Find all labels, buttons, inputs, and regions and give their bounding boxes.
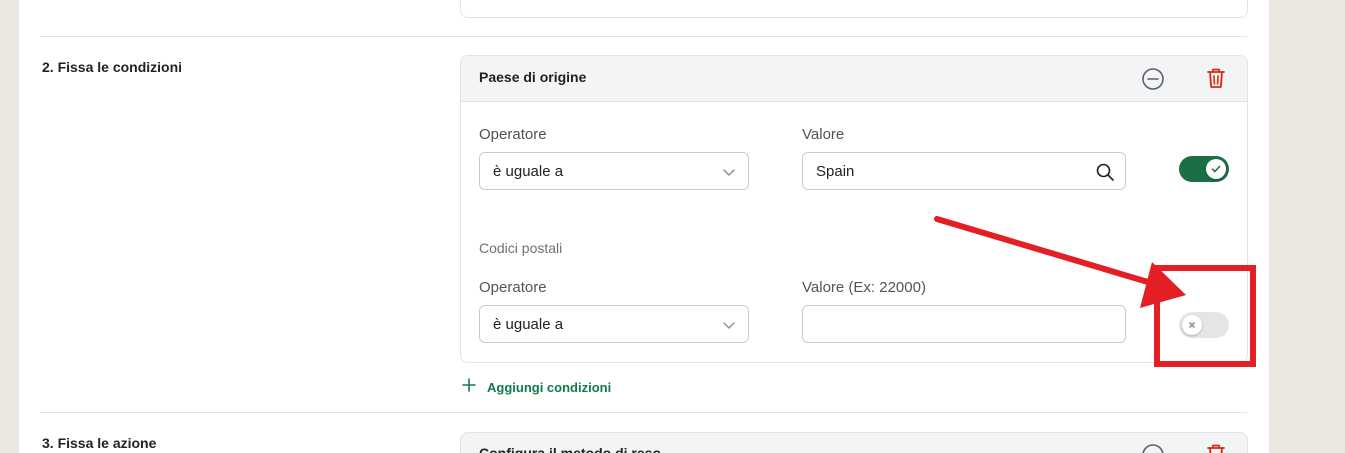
operator-select-postal[interactable]: è uguale a	[479, 305, 749, 343]
operator-select-value: è uguale a	[493, 163, 564, 180]
minus-circle-icon[interactable]	[1140, 442, 1166, 453]
check-icon	[1211, 165, 1221, 173]
divider	[40, 412, 1247, 413]
trash-icon[interactable]	[1203, 65, 1229, 91]
chevron-down-icon	[722, 318, 736, 337]
country-toggle[interactable]	[1179, 156, 1229, 182]
close-icon	[1189, 322, 1195, 328]
operator-label: Operatore	[479, 279, 547, 296]
condition-card-country: Paese di origine Operatore è uguale a Va…	[460, 55, 1248, 363]
card-title: Paese di origine	[479, 69, 587, 85]
add-condition-label: Aggiungi condizioni	[487, 380, 612, 395]
toggle-knob	[1182, 315, 1202, 335]
card-header: Paese di origine	[461, 56, 1247, 102]
trash-icon[interactable]	[1203, 441, 1229, 453]
main-panel: 2. Fissa le condizioni Paese di origine …	[19, 0, 1269, 453]
operator-select-country[interactable]: è uguale a	[479, 152, 749, 190]
section-title-actions: 3. Fissa le azione	[42, 435, 157, 451]
country-value-text: Spain	[816, 163, 855, 180]
action-card-title: Configura il metodo di reso	[479, 445, 662, 453]
divider	[40, 36, 1247, 37]
postal-value-label: Valore (Ex: 22000)	[802, 279, 926, 296]
postal-value-input[interactable]	[802, 305, 1126, 343]
operator-select-value: è uguale a	[493, 316, 564, 333]
chevron-down-icon	[722, 165, 736, 184]
plus-icon	[461, 377, 477, 398]
postal-toggle[interactable]	[1179, 312, 1229, 338]
country-value-input[interactable]: Spain	[802, 152, 1126, 190]
toggle-knob	[1206, 159, 1226, 179]
previous-card	[460, 0, 1248, 18]
operator-label: Operatore	[479, 126, 547, 143]
search-icon[interactable]	[1095, 162, 1115, 187]
minus-circle-icon[interactable]	[1140, 66, 1166, 92]
postal-codes-title: Codici postali	[479, 240, 563, 256]
action-card: Configura il metodo di reso	[460, 432, 1248, 453]
value-label: Valore	[802, 126, 845, 143]
section-title-conditions: 2. Fissa le condizioni	[42, 59, 183, 75]
